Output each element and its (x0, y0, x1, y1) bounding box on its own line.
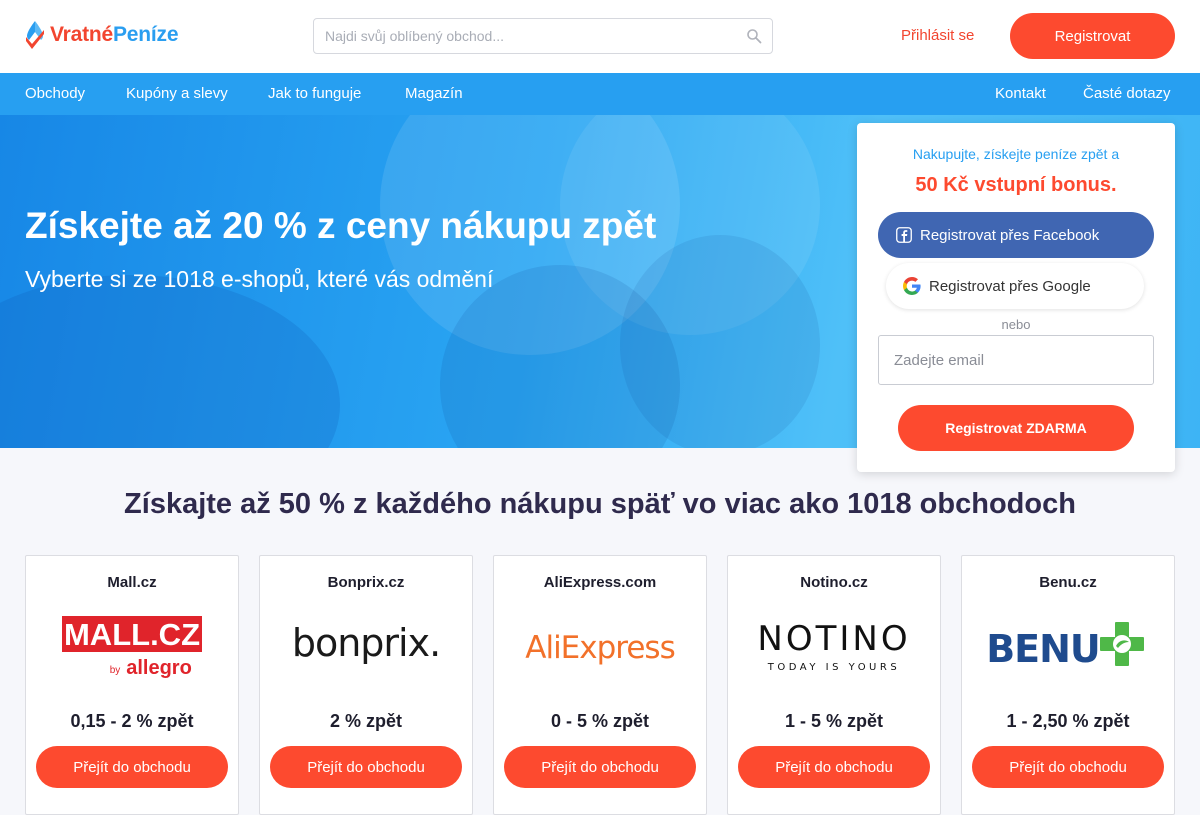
facebook-icon (896, 227, 912, 243)
shop-cashback-rate: 2 % zpět (329, 711, 403, 731)
google-icon (903, 277, 921, 295)
go-to-shop-button[interactable]: Přejít do obchodu (972, 746, 1164, 788)
svg-text:by: by (110, 665, 121, 676)
nav-item-magazin[interactable]: Magazín (405, 85, 463, 102)
shop-name: Benu.cz (1039, 574, 1097, 591)
nav-item-kupony[interactable]: Kupóny a slevy (126, 85, 228, 102)
nav-item-kontakt[interactable]: Kontakt (995, 85, 1046, 102)
logo-text-part1: Vratné (50, 23, 113, 46)
svg-text:TODAY IS YOURS: TODAY IS YOURS (767, 662, 900, 673)
or-divider: nebo (1001, 317, 1031, 332)
site-logo[interactable]: VratnéPeníze (24, 20, 179, 50)
svg-text:allegro: allegro (126, 657, 192, 679)
svg-text:AliExpress: AliExpress (525, 630, 674, 666)
nav-item-caste-dotazy[interactable]: Časté dotazy (1083, 85, 1171, 102)
svg-text:BENU: BENU (986, 627, 1100, 671)
benu-logo: BENU (962, 606, 1174, 686)
google-register-button[interactable]: Registrovat přes Google (886, 263, 1144, 309)
shop-cashback-rate: 0 - 5 % zpět (550, 711, 650, 731)
shop-cashback-rate: 0,15 - 2 % zpět (70, 711, 194, 731)
shop-cashback-rate: 1 - 5 % zpět (784, 711, 884, 731)
logo-drop-icon (26, 21, 44, 49)
search-box (313, 18, 773, 54)
shop-name: Mall.cz (107, 574, 157, 591)
register-button[interactable]: Registrovat (1010, 13, 1175, 59)
signup-card: Nakupujte, získejte peníze zpět a 50 Kč … (857, 123, 1175, 472)
nav-item-jak-to-funguje[interactable]: Jak to funguje (268, 85, 361, 102)
aliexpress-logo: AliExpress (494, 606, 706, 686)
shop-name: Bonprix.cz (327, 574, 405, 591)
login-link[interactable]: Přihlásit se (901, 27, 974, 44)
svg-text:NOTINO: NOTINO (757, 619, 910, 659)
nav-item-obchody[interactable]: Obchody (25, 85, 85, 102)
main-nav: Obchody Kupóny a slevy Jak to funguje Ma… (0, 73, 1200, 115)
svg-text:bonprix.: bonprix. (292, 621, 440, 665)
hero-subtitle: Vyberte si ze 1018 e-shopů, které vás od… (25, 266, 494, 292)
facebook-register-button[interactable]: Registrovat přes Facebook (878, 212, 1154, 258)
svg-text:MALL.CZ: MALL.CZ (64, 617, 200, 652)
go-to-shop-button[interactable]: Přejít do obchodu (270, 746, 462, 788)
search-icon[interactable] (746, 28, 762, 44)
go-to-shop-button[interactable]: Přejít do obchodu (504, 746, 696, 788)
go-to-shop-button[interactable]: Přejít do obchodu (738, 746, 930, 788)
shop-cashback-rate: 1 - 2,50 % zpět (1006, 711, 1130, 731)
bonprix-logo: bonprix. (260, 606, 472, 686)
signup-intro: Nakupujte, získejte peníze zpět a (912, 146, 1120, 162)
hero-title: Získejte až 20 % z ceny nákupu zpět (25, 205, 657, 246)
google-register-label: Registrovat přes Google (929, 277, 1091, 295)
logo-text-part2: Peníze (113, 23, 179, 46)
register-free-button[interactable]: Registrovat ZDARMA (898, 405, 1134, 451)
shop-card-notino[interactable]: Notino.cz NOTINO TODAY IS YOURS 1 - 5 % … (727, 555, 941, 815)
shop-card-mall[interactable]: Mall.cz MALL.CZ by allegro 0,15 - 2 % zp… (25, 555, 239, 815)
shops-section-title: Získajte až 50 % z každého nákupu späť v… (124, 488, 1076, 520)
facebook-register-label: Registrovat přes Facebook (920, 226, 1100, 244)
shop-card-bonprix[interactable]: Bonprix.cz bonprix. 2 % zpět Přejít do o… (259, 555, 473, 815)
hero-photo-shape (0, 275, 340, 448)
notino-logo: NOTINO TODAY IS YOURS (728, 606, 940, 686)
benu-cross-icon (1100, 622, 1144, 666)
hero-photo-shape (620, 235, 820, 448)
shop-cards: Mall.cz MALL.CZ by allegro 0,15 - 2 % zp… (25, 555, 1175, 815)
signup-bonus: 50 Kč vstupní bonus. (915, 174, 1117, 196)
mall-logo: MALL.CZ by allegro (26, 606, 238, 686)
email-field[interactable] (878, 335, 1154, 385)
shop-card-benu[interactable]: Benu.cz BENU 1 - 2,50 % zpět Přejít do o… (961, 555, 1175, 815)
shop-name: AliExpress.com (543, 574, 657, 591)
shop-card-aliexpress[interactable]: AliExpress.com AliExpress 0 - 5 % zpět P… (493, 555, 707, 815)
search-input[interactable] (314, 19, 734, 53)
top-header: VratnéPeníze Přihlásit se Registrovat (0, 0, 1200, 73)
shop-name: Notino.cz (800, 574, 868, 591)
go-to-shop-button[interactable]: Přejít do obchodu (36, 746, 228, 788)
